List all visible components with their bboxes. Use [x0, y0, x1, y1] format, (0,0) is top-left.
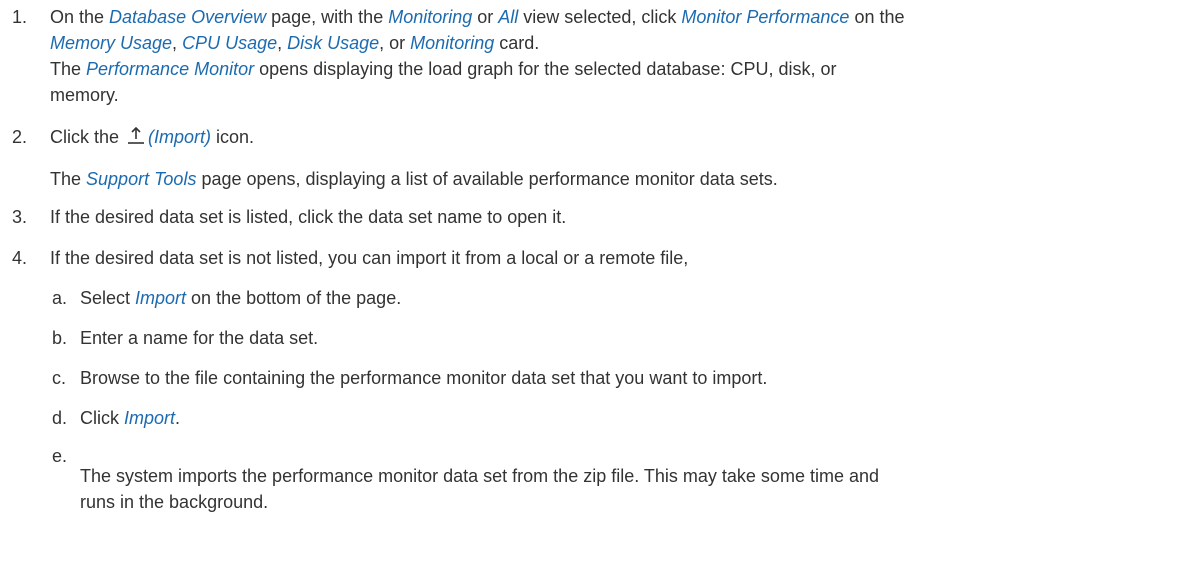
step-line: memory.: [50, 85, 119, 105]
link-disk-usage[interactable]: Disk Usage: [287, 33, 379, 53]
substep-letter: d.: [52, 408, 68, 428]
link-memory-usage[interactable]: Memory Usage: [50, 33, 172, 53]
text: page, with the: [266, 7, 389, 27]
text: on the: [849, 7, 905, 27]
text: ,: [277, 33, 288, 53]
step-line: The Support Tools page opens, displaying…: [50, 166, 778, 192]
substep-letter: a.: [52, 288, 68, 308]
substep-letter: e.: [52, 446, 68, 466]
step-line: The Performance Monitor opens displaying…: [50, 56, 836, 82]
text: or: [472, 7, 499, 27]
text: on the bottom of the page.: [186, 288, 402, 308]
text: card.: [494, 33, 540, 53]
text: The: [50, 169, 87, 189]
step-line: Enter a name for the data set.: [80, 328, 319, 348]
text: , or: [379, 33, 411, 53]
step-line: Memory Usage, CPU Usage, Disk Usage, or …: [50, 30, 539, 56]
step-number: 4.: [12, 248, 28, 268]
link-import-button[interactable]: Import: [124, 408, 175, 428]
link-monitor-performance[interactable]: Monitor Performance: [681, 7, 849, 27]
text: Select: [80, 288, 136, 308]
text: The: [50, 59, 87, 79]
step-line: If the desired data set is listed, click…: [50, 207, 567, 227]
step-line: Select Import on the bottom of the page.: [80, 285, 401, 311]
step-line: Browse to the file containing the perfor…: [80, 368, 768, 388]
text: .: [175, 408, 181, 428]
link-import[interactable]: Import: [135, 288, 186, 308]
step-line: runs in the background.: [80, 492, 269, 512]
substep-letter: b.: [52, 328, 68, 348]
link-performance-monitor[interactable]: Performance Monitor: [86, 59, 254, 79]
step-line: If the desired data set is not listed, y…: [50, 248, 689, 268]
link-support-tools[interactable]: Support Tools: [86, 169, 196, 189]
step-number: 2.: [12, 127, 28, 147]
substep-letter: c.: [52, 368, 67, 388]
text: Click: [80, 408, 124, 428]
step-number: 3.: [12, 207, 28, 227]
link-monitoring-card[interactable]: Monitoring: [410, 33, 494, 53]
text: page opens, displaying a list of availab…: [196, 169, 778, 189]
link-database-overview[interactable]: Database Overview: [109, 7, 266, 27]
step-line: On the Database Overview page, with the …: [50, 4, 904, 30]
link-cpu-usage[interactable]: CPU Usage: [182, 33, 277, 53]
text: view selected, click: [518, 7, 682, 27]
step-line: Click the (Import) icon.: [50, 124, 254, 150]
import-icon[interactable]: [126, 125, 146, 145]
link-all[interactable]: All: [498, 7, 518, 27]
document: 1. On the Database Overview page, with t…: [0, 0, 1203, 575]
import-label: (Import): [148, 127, 212, 147]
step-line: The system imports the performance monit…: [80, 466, 879, 486]
link-monitoring[interactable]: Monitoring: [388, 7, 472, 27]
text: Click the: [50, 127, 125, 147]
step-number: 1.: [12, 7, 28, 27]
step-line: Click Import.: [80, 405, 180, 431]
text: icon.: [211, 127, 255, 147]
text: On the: [50, 7, 110, 27]
text: ,: [172, 33, 183, 53]
text: opens displaying the load graph for the …: [254, 59, 837, 79]
